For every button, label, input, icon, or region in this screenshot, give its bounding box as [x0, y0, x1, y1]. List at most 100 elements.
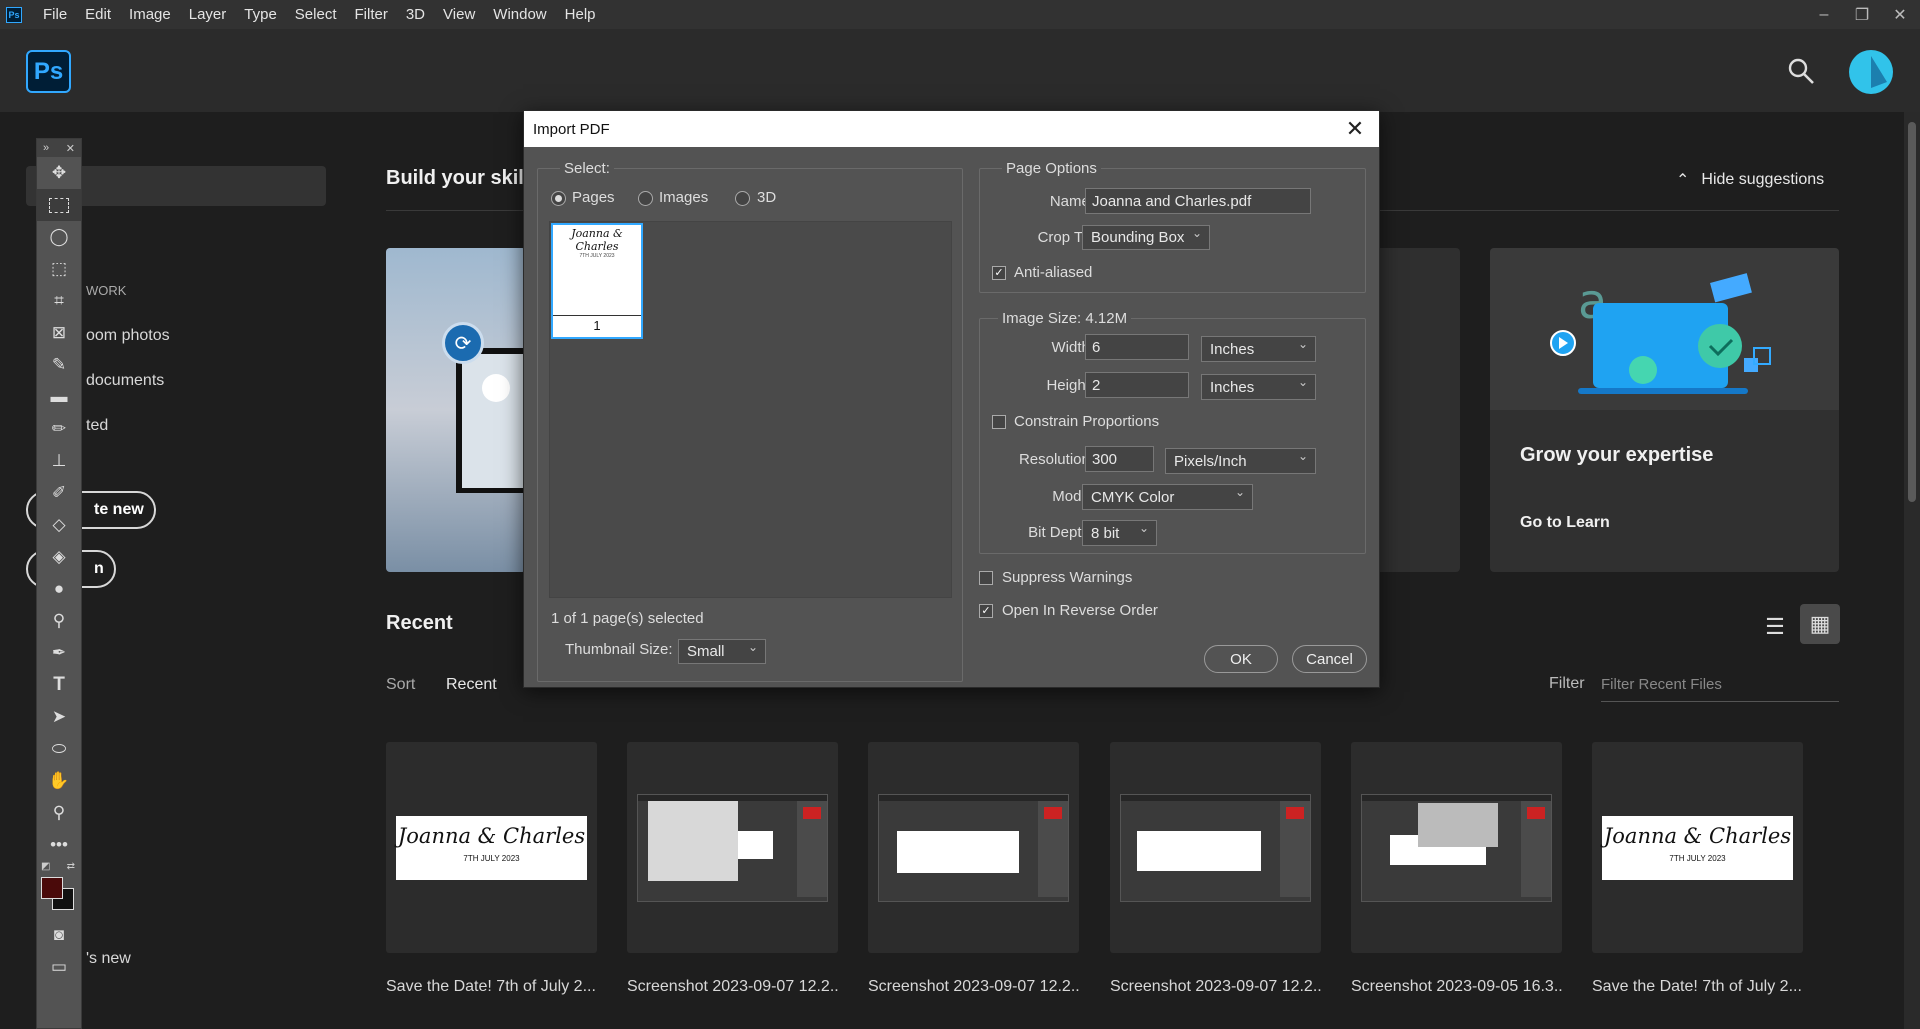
reverse-order-label[interactable]: Open In Reverse Order [1002, 602, 1158, 619]
menu-layer[interactable]: Layer [180, 0, 236, 29]
hide-suggestions-button[interactable]: ⌃ Hide suggestions [1676, 170, 1824, 190]
recent-file-name[interactable]: Screenshot 2023-09-05 16.3... [1351, 978, 1562, 996]
foreground-color-swatch[interactable] [41, 877, 63, 899]
anti-aliased-label[interactable]: Anti-aliased [1014, 264, 1092, 281]
menu-select[interactable]: Select [286, 0, 346, 29]
reverse-order-checkbox[interactable]: ✓ [979, 604, 993, 618]
recent-file-name[interactable]: Screenshot 2023-09-07 12.2... [627, 978, 838, 996]
recent-file-name[interactable]: Save the Date! 7th of July 2... [1592, 978, 1803, 996]
minimize-icon[interactable]: – [1814, 6, 1834, 24]
recent-file-thumbnail[interactable] [1110, 742, 1321, 953]
height-unit-dropdown[interactable]: Inches [1201, 374, 1316, 400]
3d-radio-label[interactable]: 3D [757, 189, 776, 206]
crop-tool-icon[interactable]: ⌗ [37, 285, 81, 317]
type-tool-icon[interactable]: T [37, 669, 81, 701]
default-colors-icon[interactable]: ◩ [41, 861, 50, 872]
suggestion-card-cloud[interactable] [386, 248, 526, 572]
dialog-close-icon[interactable]: ✕ [1343, 117, 1367, 141]
healing-brush-icon[interactable]: ▬ [37, 381, 81, 413]
grow-expertise-card[interactable]: a Grow your expertise Go to Learn [1490, 248, 1839, 572]
quick-mask-icon[interactable]: ◙ [37, 919, 81, 951]
bit-depth-dropdown[interactable]: 8 bit [1082, 520, 1157, 546]
screen-mode-icon[interactable]: ▭ [37, 951, 81, 983]
grid-view-icon[interactable]: ▦ [1800, 604, 1840, 644]
recent-file-thumbnail[interactable]: Joanna & Charles 7TH JULY 2023 [1592, 742, 1803, 953]
hand-tool-icon[interactable]: ✋ [37, 765, 81, 797]
blur-tool-icon[interactable]: ● [37, 573, 81, 605]
lasso-tool-icon[interactable]: ◯ [37, 221, 81, 253]
width-unit-dropdown[interactable]: Inches [1201, 336, 1316, 362]
menu-filter[interactable]: Filter [346, 0, 397, 29]
marquee-tool-icon[interactable] [37, 189, 81, 221]
suggestion-card-partial[interactable] [1376, 248, 1460, 572]
scrollbar[interactable] [1904, 112, 1920, 1029]
ellipse-tool-icon[interactable]: ⬭ [37, 733, 81, 765]
tools-panel-header[interactable]: » ✕ [37, 139, 81, 157]
anti-aliased-checkbox[interactable]: ✓ [992, 266, 1006, 280]
images-radio[interactable] [638, 191, 653, 206]
recent-file-name[interactable]: Screenshot 2023-09-07 12.2... [1110, 978, 1321, 996]
left-nav-cloud-documents[interactable]: documents [86, 372, 164, 390]
zoom-tool-icon[interactable]: ⚲ [37, 797, 81, 829]
menu-edit[interactable]: Edit [76, 0, 120, 29]
menu-image[interactable]: Image [120, 0, 180, 29]
pages-radio[interactable] [551, 191, 566, 206]
dodge-tool-icon[interactable]: ⚲ [37, 605, 81, 637]
menu-view[interactable]: View [434, 0, 484, 29]
left-nav-lightroom-photos[interactable]: oom photos [86, 327, 170, 345]
filter-recent-input[interactable]: Filter Recent Files [1601, 670, 1839, 702]
path-select-tool-icon[interactable]: ➤ [37, 701, 81, 733]
eraser-tool-icon[interactable]: ◇ [37, 509, 81, 541]
constrain-proportions-checkbox[interactable] [992, 415, 1006, 429]
constrain-proportions-label[interactable]: Constrain Proportions [1014, 413, 1159, 430]
swap-colors-icon[interactable]: ⇄ [67, 861, 75, 872]
menu-type[interactable]: Type [235, 0, 286, 29]
avatar[interactable] [1849, 50, 1893, 94]
color-swatches[interactable]: ◩ ⇄ [37, 861, 81, 919]
width-field[interactable]: 6 [1085, 334, 1189, 360]
left-nav-deleted[interactable]: ted [86, 417, 108, 435]
3d-radio[interactable] [735, 191, 750, 206]
resolution-field[interactable]: 300 [1085, 446, 1154, 472]
recent-file-thumbnail[interactable] [627, 742, 838, 953]
recent-file-thumbnail[interactable] [1351, 742, 1562, 953]
collapse-icon[interactable]: » [43, 142, 49, 154]
whats-new-link[interactable]: 's new [86, 950, 131, 968]
brush-tool-icon[interactable]: ✏ [37, 413, 81, 445]
menu-file[interactable]: File [34, 0, 76, 29]
recent-file-thumbnail[interactable]: Joanna & Charles 7TH JULY 2023 [386, 742, 597, 953]
images-radio-label[interactable]: Images [659, 189, 708, 206]
close-panel-icon[interactable]: ✕ [66, 142, 75, 155]
eyedropper-tool-icon[interactable]: ✎ [37, 349, 81, 381]
menu-window[interactable]: Window [484, 0, 555, 29]
scrollbar-thumb[interactable] [1908, 122, 1916, 502]
thumbnail-size-dropdown[interactable]: Small [678, 639, 766, 664]
dialog-title-bar[interactable]: Import PDF [524, 111, 1379, 147]
cancel-button[interactable]: Cancel [1292, 645, 1367, 673]
suppress-warnings-label[interactable]: Suppress Warnings [1002, 569, 1132, 586]
page-thumbnail-1[interactable]: Joanna & Charles 7TH JULY 2023 1 [551, 223, 643, 339]
crop-to-dropdown[interactable]: Bounding Box [1082, 225, 1210, 250]
search-icon[interactable] [1786, 56, 1816, 86]
menu-help[interactable]: Help [556, 0, 605, 29]
menu-3d[interactable]: 3D [397, 0, 434, 29]
stamp-tool-icon[interactable]: ⊥ [37, 445, 81, 477]
pages-radio-label[interactable]: Pages [572, 189, 615, 206]
ps-home-logo-icon[interactable]: Ps [26, 50, 71, 93]
pen-tool-icon[interactable]: ✒ [37, 637, 81, 669]
go-to-learn-link[interactable]: Go to Learn [1520, 514, 1610, 532]
resolution-unit-dropdown[interactable]: Pixels/Inch [1165, 448, 1316, 474]
recent-file-name[interactable]: Screenshot 2023-09-07 12.2... [868, 978, 1079, 996]
close-icon[interactable]: ✕ [1890, 5, 1910, 25]
move-tool-icon[interactable]: ✥ [37, 157, 81, 189]
sort-dropdown[interactable]: Recent [446, 676, 497, 694]
suppress-warnings-checkbox[interactable] [979, 571, 993, 585]
restore-icon[interactable]: ❐ [1852, 5, 1872, 25]
frame-tool-icon[interactable]: ⊠ [37, 317, 81, 349]
recent-file-thumbnail[interactable] [868, 742, 1079, 953]
list-view-icon[interactable]: ☰ [1756, 608, 1794, 646]
name-field[interactable]: Joanna and Charles.pdf [1085, 188, 1311, 214]
recent-file-name[interactable]: Save the Date! 7th of July 2... [386, 978, 597, 996]
gradient-tool-icon[interactable]: ◈ [37, 541, 81, 573]
more-tools-icon[interactable]: ••• [37, 829, 81, 861]
